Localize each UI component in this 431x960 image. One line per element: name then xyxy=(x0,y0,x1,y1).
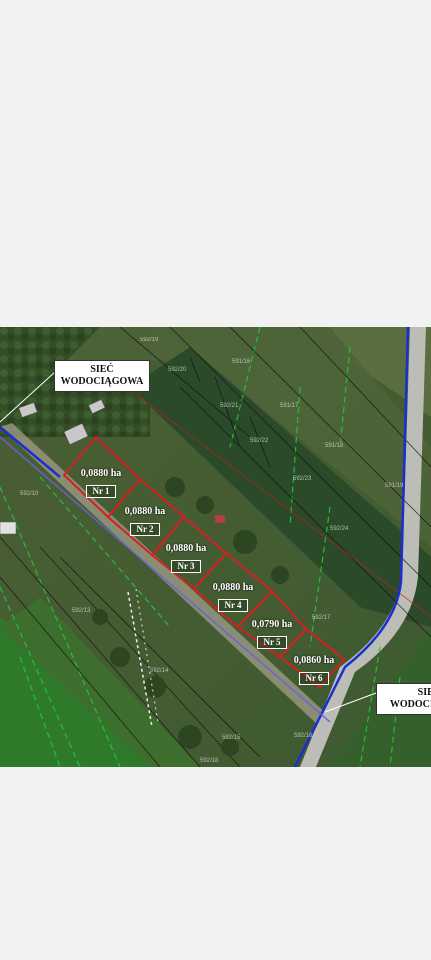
callout-line2: WODOCIĄGOWA xyxy=(60,376,144,387)
parcel-number: 591/18 xyxy=(325,443,344,449)
plot-area: 0,0790 ha xyxy=(251,619,293,630)
plot-area: 0,0860 ha xyxy=(293,655,335,666)
water-network-callout-left: SIEĆ WODOCIĄGOWA xyxy=(54,360,150,392)
parcel-number: 592/10 xyxy=(20,491,39,497)
plot-3-label: 0,0880 ha Nr 3 xyxy=(146,544,226,573)
plot-number: Nr 5 xyxy=(257,636,287,649)
parcel-number: 591/17 xyxy=(280,403,299,409)
plot-6-label: 0,0860 ha Nr 6 xyxy=(274,656,354,685)
plot-number: Nr 2 xyxy=(130,523,160,536)
plot-area: 0,0880 ha xyxy=(165,543,207,554)
parcel-number: 592/21 xyxy=(220,403,239,409)
plot-number: Nr 4 xyxy=(218,599,248,612)
callout-line1: SIEĆ xyxy=(90,364,114,375)
plot-area: 0,0880 ha xyxy=(124,506,166,517)
parcel-number: 592/14 xyxy=(150,668,169,674)
parcel-number: 591/19 xyxy=(385,483,404,489)
callout-line1: SIEĆ xyxy=(417,687,431,698)
plot-area: 0,0880 ha xyxy=(80,468,122,479)
plot-1-label: 0,0880 ha Nr 1 xyxy=(61,469,141,498)
plot-4-label: 0,0880 ha Nr 4 xyxy=(193,583,273,612)
parcel-number: 592/17 xyxy=(312,615,331,621)
parcel-number: 592/19 xyxy=(140,337,159,343)
parcel-number: 591/16 xyxy=(232,359,251,365)
parcel-number: 592/23 xyxy=(293,476,312,482)
parcel-number: 592/20 xyxy=(168,367,187,373)
plot-5-label: 0,0790 ha Nr 5 xyxy=(232,620,312,649)
water-network-callout-right: SIEĆ WODOCIĄ xyxy=(376,683,431,715)
parcel-number: 592/24 xyxy=(330,526,349,532)
parcel-number: 592/22 xyxy=(250,438,269,444)
parcel-number: 592/13 xyxy=(72,608,91,614)
building xyxy=(0,521,17,535)
callout-line2: WODOCIĄ xyxy=(389,699,431,710)
plot-number: Nr 1 xyxy=(86,485,116,498)
plot-number: Nr 6 xyxy=(299,672,329,685)
parcel-number: 592/16 xyxy=(294,733,313,739)
plot-number: Nr 3 xyxy=(171,560,201,573)
plot-2-label: 0,0880 ha Nr 2 xyxy=(105,507,185,536)
parcel-number: 592/15 xyxy=(222,735,241,741)
parcel-number: 592/18 xyxy=(200,758,219,764)
plot-area: 0,0880 ha xyxy=(212,582,254,593)
building xyxy=(214,514,226,524)
